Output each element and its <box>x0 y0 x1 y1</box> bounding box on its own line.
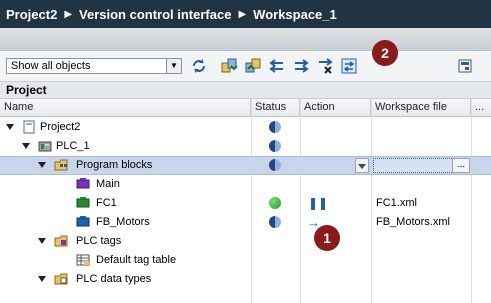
tree-row-fc1[interactable]: FC1 ❚❚ FC1.xml <box>0 194 491 213</box>
ob-block-icon <box>76 177 90 191</box>
column-header-more[interactable]: ... <box>471 99 491 116</box>
fb-block-icon <box>76 215 90 229</box>
export-icon[interactable] <box>244 57 262 75</box>
column-header-name[interactable]: Name <box>0 99 251 116</box>
action-dropdown[interactable] <box>355 158 369 173</box>
column-header-status[interactable]: Status <box>251 99 300 116</box>
discard-icon[interactable] <box>316 57 334 75</box>
header-band <box>0 28 491 51</box>
status-ok-icon <box>269 197 281 209</box>
expand-triangle-icon[interactable] <box>38 162 46 168</box>
status-half-icon <box>269 216 281 228</box>
toolbar: Show all objects ▼ <box>0 51 491 81</box>
folder-tags-icon <box>54 234 68 248</box>
import-icon[interactable] <box>220 57 238 75</box>
project-icon <box>22 120 36 134</box>
breadcrumb: Project2 ▶ Version control interface ▶ W… <box>0 0 491 28</box>
tree-label: Program blocks <box>76 159 153 171</box>
sync-right-icon[interactable] <box>292 57 310 75</box>
chevron-down-icon <box>358 164 366 169</box>
folder-blocks-icon <box>54 158 68 172</box>
tree-label: FC1 <box>96 197 117 209</box>
pause-action-icon[interactable]: ❚❚ <box>308 194 328 213</box>
tree-row-program-blocks[interactable]: Program blocks ... <box>0 156 491 175</box>
tree-label: PLC_1 <box>56 140 90 152</box>
fc-block-icon <box>76 196 90 210</box>
status-half-icon <box>269 140 281 152</box>
breadcrumb-item-project[interactable]: Project2 <box>6 7 57 22</box>
compare-icon[interactable] <box>340 57 358 75</box>
tree-row-fb-motors[interactable]: FB_Motors → FB_Motors.xml <box>0 213 491 232</box>
workspace-file-name: FC1.xml <box>376 197 417 209</box>
tag-table-icon <box>76 253 90 267</box>
object-filter-select[interactable]: Show all objects ▼ <box>6 58 182 74</box>
chevron-down-icon[interactable]: ▼ <box>166 59 181 73</box>
tree-row-main[interactable]: Main <box>0 175 491 194</box>
column-header-row: Name Status Action Workspace file ... <box>0 99 491 117</box>
status-half-icon <box>269 121 281 133</box>
breadcrumb-separator-icon: ▶ <box>238 8 247 20</box>
object-filter-value: Show all objects <box>11 60 91 72</box>
tree-row-plc[interactable]: PLC_1 <box>0 137 491 156</box>
refresh-icon[interactable] <box>190 57 208 75</box>
tree-label: PLC tags <box>76 235 122 247</box>
sync-left-icon[interactable] <box>268 57 286 75</box>
expand-triangle-icon[interactable] <box>22 143 30 149</box>
tree-row-default-tag-table[interactable]: Default tag table <box>0 251 491 270</box>
breadcrumb-item-version-control[interactable]: Version control interface <box>79 7 231 22</box>
expand-triangle-icon[interactable] <box>38 238 46 244</box>
tree-label: PLC data types <box>76 273 152 285</box>
tree-row-plc-data-types[interactable]: PLC data types <box>0 270 491 289</box>
project-section-title: Project <box>0 81 491 99</box>
folder-data-types-icon <box>54 272 68 286</box>
column-header-workspace-file[interactable]: Workspace file <box>371 99 471 116</box>
breadcrumb-separator-icon: ▶ <box>64 8 73 20</box>
column-header-action[interactable]: Action <box>300 99 371 116</box>
tree-label: Project2 <box>40 121 81 133</box>
breadcrumb-item-workspace[interactable]: Workspace_1 <box>253 7 337 22</box>
tree-row-plc-tags[interactable]: PLC tags <box>0 232 491 251</box>
plc-device-icon <box>38 139 52 153</box>
tree-label: Main <box>96 178 120 190</box>
annotation-badge-2: 2 <box>372 40 398 66</box>
settings-icon[interactable] <box>456 57 474 75</box>
browse-button[interactable]: ... <box>452 158 470 173</box>
tree-label: FB_Motors <box>96 216 150 228</box>
workspace-file-name: FB_Motors.xml <box>376 216 450 228</box>
tree-row-project[interactable]: Project2 <box>0 118 491 137</box>
tree-label: Default tag table <box>96 254 177 266</box>
expand-triangle-icon[interactable] <box>6 124 14 130</box>
status-half-icon <box>269 159 281 171</box>
expand-triangle-icon[interactable] <box>38 276 46 282</box>
